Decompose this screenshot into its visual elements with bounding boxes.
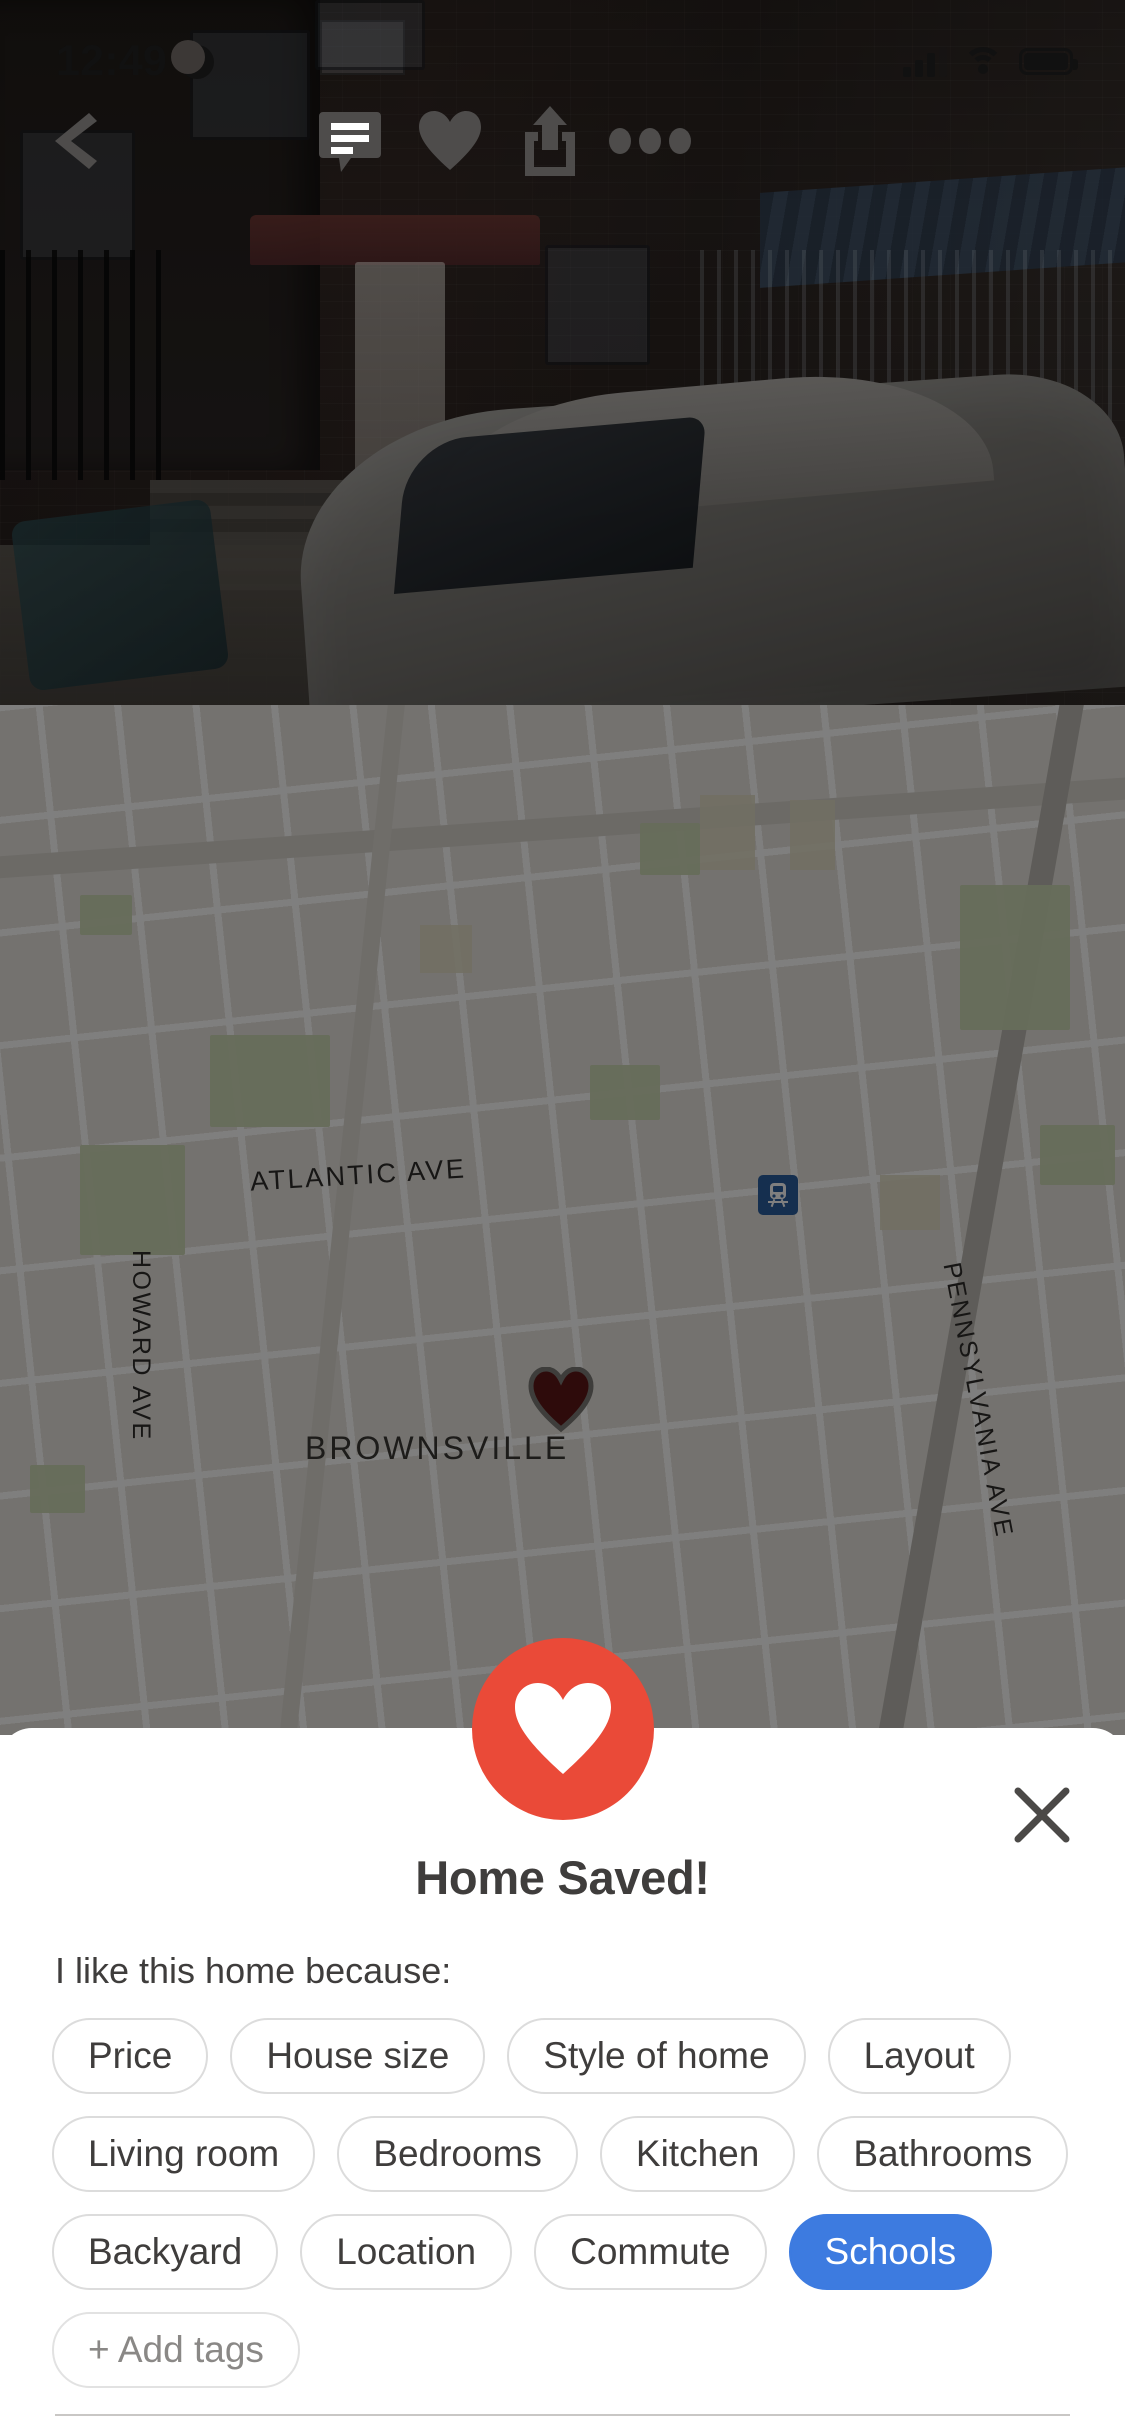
tag-backyard[interactable]: Backyard	[52, 2214, 279, 2290]
tag-bedrooms[interactable]: Bedrooms	[337, 2116, 578, 2192]
tag-list: Price House size Style of home Layout Li…	[52, 2018, 1072, 2388]
wifi-icon	[963, 46, 1003, 77]
page-title: Home Saved!	[415, 1851, 710, 1904]
tag-house-size[interactable]: House size	[230, 2018, 486, 2094]
map-dim-overlay	[0, 705, 1125, 1735]
phone-screen: 12:49 Home Saved! I like this home becau…	[0, 0, 1125, 2436]
close-x-icon[interactable]	[1007, 1780, 1077, 1850]
moon-icon	[170, 39, 214, 79]
property-map[interactable]: ATLANTIC AVE HOWARD AVE PENNSYLVANIA AVE…	[0, 705, 1125, 1735]
tag-commute[interactable]: Commute	[534, 2214, 767, 2290]
tag-schools[interactable]: Schools	[788, 2214, 993, 2290]
back-chevron-icon[interactable]	[20, 96, 130, 186]
cellular-signal-icon	[903, 46, 947, 77]
tag-layout[interactable]: Layout	[827, 2018, 1011, 2094]
add-tags-button[interactable]: + Add tags	[52, 2312, 300, 2388]
status-bar-clock: 12:49	[56, 37, 167, 85]
chat-bubble-icon[interactable]	[300, 96, 400, 186]
tag-style-of-home[interactable]: Style of home	[507, 2018, 806, 2094]
battery-icon	[1019, 48, 1078, 75]
prompt-label: I like this home because:	[55, 1950, 452, 1991]
share-icon[interactable]	[500, 96, 600, 186]
status-bar-left: 12:49	[56, 37, 214, 86]
divider	[55, 2414, 1070, 2416]
tag-location[interactable]: Location	[300, 2214, 513, 2290]
status-bar-right	[903, 46, 1078, 77]
more-dots-icon[interactable]	[595, 96, 705, 186]
tag-kitchen[interactable]: Kitchen	[599, 2116, 796, 2192]
heart-icon[interactable]	[400, 96, 500, 186]
status-bar: 12:49	[0, 0, 1125, 95]
heart-icon	[471, 1638, 654, 1820]
tag-living-room[interactable]: Living room	[52, 2116, 316, 2192]
home-saved-modal: Home Saved! I like this home because: Pr…	[0, 1638, 1125, 2436]
photo-toolbar	[0, 96, 1125, 186]
tag-price[interactable]: Price	[52, 2018, 209, 2094]
tag-bathrooms[interactable]: Bathrooms	[817, 2116, 1069, 2192]
